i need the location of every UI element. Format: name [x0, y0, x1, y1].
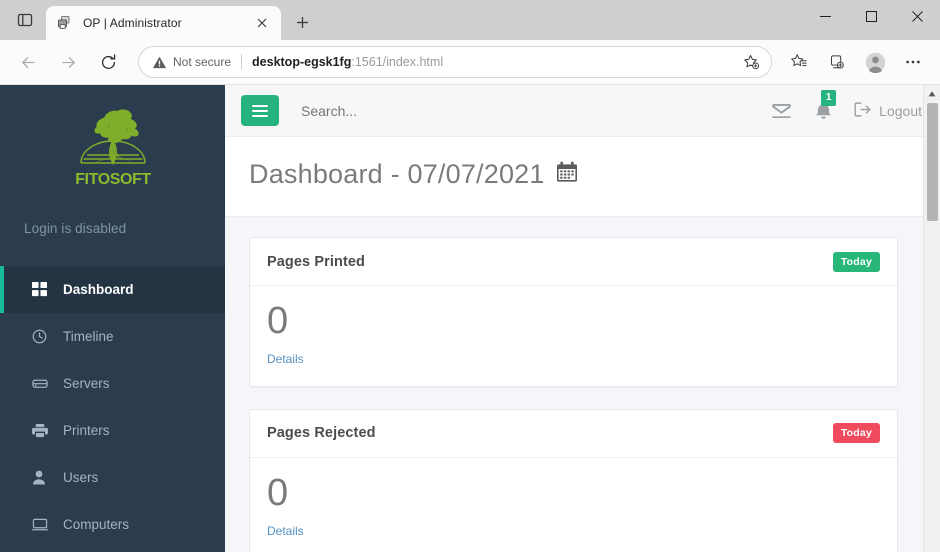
desktop-icon — [32, 517, 52, 532]
status-badge: Today — [832, 251, 880, 272]
sidebar-item-users[interactable]: Users — [0, 454, 225, 501]
profile-avatar[interactable] — [859, 46, 891, 78]
add-favorite-icon[interactable] — [737, 48, 765, 76]
reload-button[interactable] — [92, 46, 124, 78]
browser-toolbar: Not secure desktop-egsk1fg:1561/index.ht… — [0, 40, 940, 85]
browser-titlebar: OP | Administrator — [0, 0, 940, 40]
new-tab-button[interactable] — [288, 8, 316, 36]
browser-window: OP | Administrator Not secure desktop-eg… — [0, 0, 940, 552]
search-input[interactable] — [301, 102, 771, 119]
details-link[interactable]: Details — [267, 524, 304, 538]
sidebar-nav: Dashboard Timeline Servers Printers User… — [0, 266, 225, 548]
logout-button[interactable]: Logout — [854, 101, 922, 120]
card-title: Pages Printed — [267, 253, 365, 270]
notification-badge: 1 — [821, 89, 837, 106]
sidebar-item-printers[interactable]: Printers — [0, 407, 225, 454]
window-controls — [802, 0, 940, 40]
burger-line — [252, 109, 268, 112]
status-badge: Today — [832, 423, 880, 444]
burger-line — [252, 114, 268, 117]
url-text: desktop-egsk1fg:1561/index.html — [252, 55, 737, 69]
address-bar[interactable]: Not secure desktop-egsk1fg:1561/index.ht… — [138, 46, 772, 78]
minimize-button[interactable] — [802, 0, 848, 32]
sidebar-item-label: Servers — [63, 376, 110, 391]
close-icon[interactable] — [251, 12, 273, 34]
app-topnav: 1 Logout — [225, 85, 940, 137]
settings-more-icon[interactable] — [897, 46, 929, 78]
sidebar-item-computers[interactable]: Computers — [0, 501, 225, 548]
dashboard-content: Pages Printed Today 0 Details Pages Reje… — [225, 217, 940, 552]
sidebar-item-label: Users — [63, 470, 99, 485]
maximize-button[interactable] — [848, 0, 894, 32]
url-host: desktop-egsk1fg — [252, 55, 352, 69]
page-title: Dashboard - 07/07/2021 — [249, 159, 940, 190]
topnav-actions: 1 Logout — [770, 89, 922, 123]
scroll-up-arrow[interactable] — [924, 85, 940, 102]
card-header: Pages Rejected Today — [250, 410, 897, 458]
user-icon — [32, 470, 52, 485]
sidebar-item-label: Computers — [63, 517, 130, 532]
grid-icon — [32, 282, 52, 297]
details-link[interactable]: Details — [267, 352, 304, 366]
security-status-text: Not secure — [173, 55, 232, 69]
printer-documents-icon — [57, 15, 73, 31]
forward-button[interactable] — [52, 46, 84, 78]
calendar-icon[interactable] — [556, 159, 578, 190]
scrollbar-thumb[interactable] — [926, 103, 938, 221]
page-header: Dashboard - 07/07/2021 — [225, 137, 940, 217]
back-button[interactable] — [12, 46, 44, 78]
page-viewport: FITOSOFT Login is disabled Dashboard Tim… — [0, 85, 940, 552]
menu-toggle-button[interactable] — [241, 95, 279, 126]
login-status-text: Login is disabled — [24, 221, 127, 236]
page-scrollbar[interactable] — [923, 85, 940, 552]
collections-icon[interactable] — [821, 46, 853, 78]
metric-value: 0 — [267, 300, 289, 342]
clock-icon — [32, 329, 52, 344]
browser-tab[interactable]: OP | Administrator — [46, 6, 281, 40]
envelope-icon[interactable] — [770, 99, 792, 123]
sidebar-item-servers[interactable]: Servers — [0, 360, 225, 407]
card-body: 0 Details — [250, 286, 897, 386]
tab-title: OP | Administrator — [83, 16, 182, 30]
warning-triangle-icon — [152, 56, 167, 68]
app-sidebar: FITOSOFT Login is disabled Dashboard Tim… — [0, 85, 225, 552]
fitosoft-logo-icon: FITOSOFT — [75, 109, 151, 188]
metric-value: 0 — [267, 471, 289, 514]
card-pages-rejected: Pages Rejected Today 0 Details — [249, 408, 898, 552]
app-main: 1 Logout — [225, 85, 940, 552]
sidebar-item-timeline[interactable]: Timeline — [0, 313, 225, 360]
sidebar-item-label: Timeline — [63, 329, 114, 344]
omnibox-divider — [241, 54, 243, 70]
close-window-button[interactable] — [894, 0, 940, 32]
sidebar-item-dashboard[interactable]: Dashboard — [0, 266, 225, 313]
card-body: 0 Details — [250, 458, 897, 552]
brand-logo[interactable]: FITOSOFT — [0, 85, 225, 203]
card-pages-printed: Pages Printed Today 0 Details — [249, 237, 898, 387]
page-title-text: Dashboard - 07/07/2021 — [249, 159, 545, 189]
sign-out-icon — [854, 101, 871, 120]
card-header: Pages Printed Today — [250, 238, 897, 286]
printer-icon — [32, 423, 52, 438]
url-path: :1561/index.html — [351, 55, 444, 69]
server-icon — [32, 376, 52, 391]
tab-actions-button[interactable] — [8, 3, 42, 37]
security-status[interactable]: Not secure — [152, 55, 231, 70]
sidebar-item-label: Dashboard — [63, 282, 134, 297]
svg-text:FITOSOFT: FITOSOFT — [75, 171, 151, 188]
sidebar-item-label: Printers — [63, 423, 110, 438]
card-title: Pages Rejected — [267, 425, 376, 442]
favorites-icon[interactable] — [783, 46, 815, 78]
bell-icon[interactable]: 1 — [812, 89, 837, 123]
logout-label: Logout — [879, 102, 922, 119]
burger-line — [252, 104, 268, 107]
